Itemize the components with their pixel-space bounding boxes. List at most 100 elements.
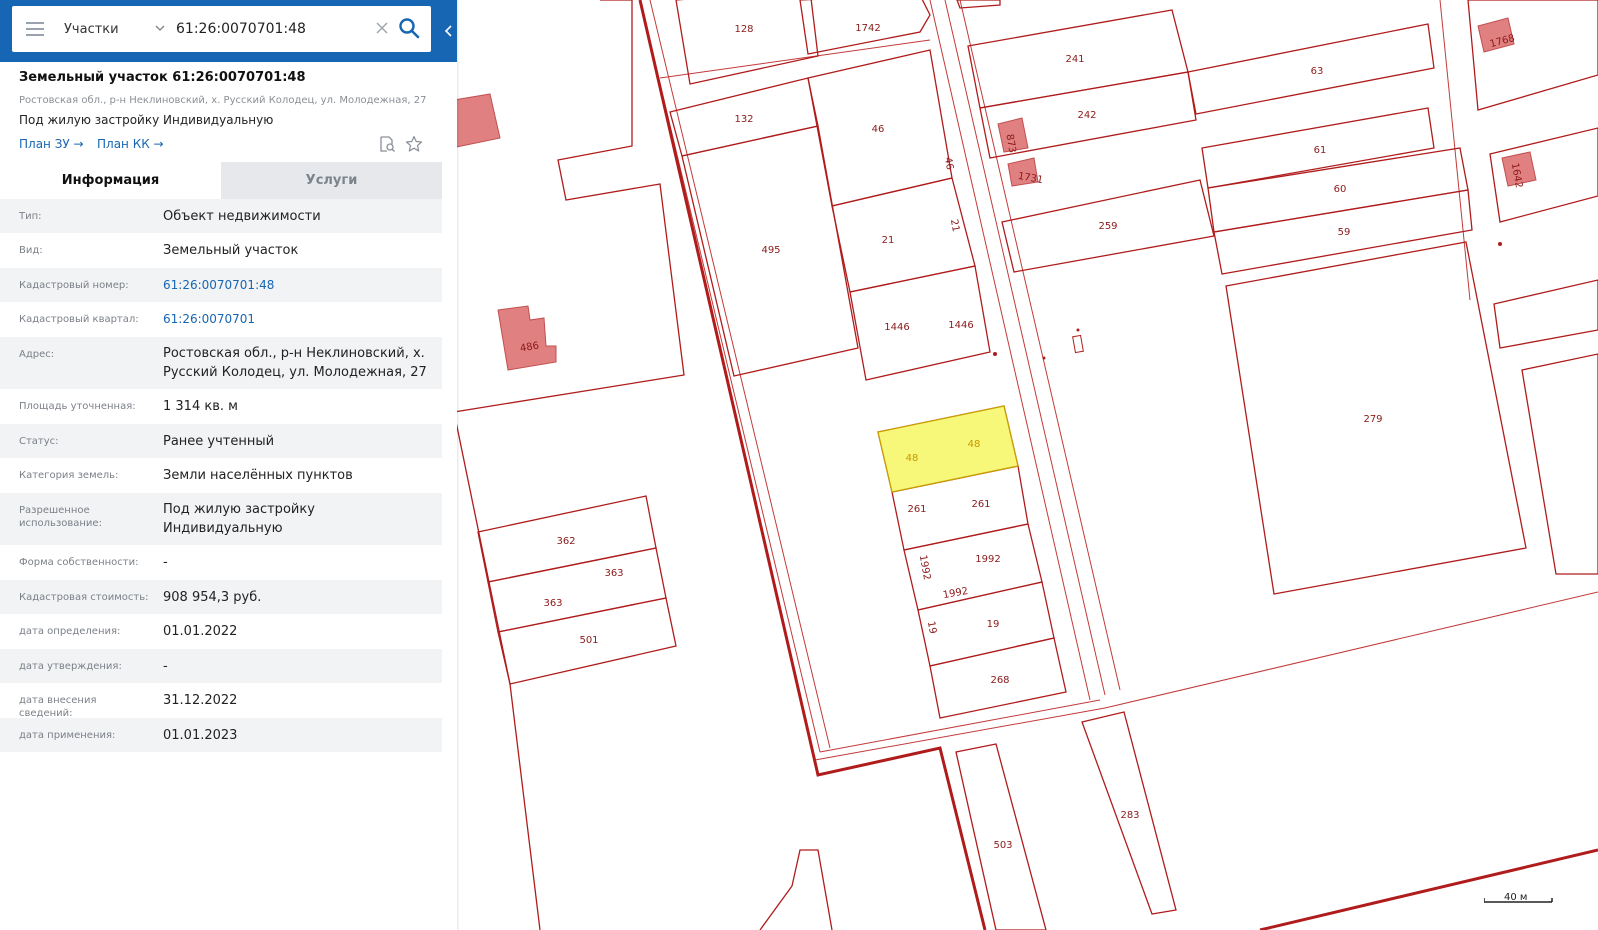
parcel-label: 1992	[917, 554, 932, 581]
property-label: Кадастровый квартал:	[19, 314, 139, 325]
property-label: Форма собственности:	[19, 557, 139, 568]
parcel-label: 1742	[855, 23, 880, 34]
chevron-down-icon	[155, 25, 165, 31]
property-label: дата определения:	[19, 626, 121, 637]
property-label: Адрес:	[19, 349, 55, 360]
property-value: 908 954,3 руб.	[163, 590, 262, 605]
parcel-label: 1992	[975, 554, 1000, 565]
property-row: Категория земель: Земли населённых пункт…	[0, 458, 442, 493]
cadastral-number-link[interactable]: 61:26:0070701:48	[163, 276, 433, 295]
collapse-panel-button[interactable]	[441, 0, 457, 62]
property-value: 01.01.2023	[163, 728, 238, 743]
property-label: Вид:	[19, 245, 43, 256]
parcel-label: 363	[604, 568, 623, 579]
parcel-label: 261	[907, 504, 926, 515]
parcel-label: 279	[1363, 414, 1382, 425]
property-value: Объект недвижимости	[163, 209, 321, 224]
property-label: Разрешенное использование:	[19, 505, 102, 529]
object-usage: Под жилую застройку Индивидуальную	[19, 113, 274, 127]
property-value: Земли населённых пунктов	[163, 468, 353, 483]
tab-information[interactable]: Информация	[0, 162, 221, 199]
property-value: 31.12.2022	[163, 693, 238, 708]
property-label: Площадь уточненная:	[19, 401, 136, 412]
property-value: Ранее учтенный	[163, 434, 275, 449]
parcel-label: 60	[1334, 184, 1347, 195]
parcel-label: 19	[987, 619, 1000, 630]
property-row: Тип: Объект недвижимости	[0, 199, 442, 233]
property-row: Кадастровая стоимость: 908 954,3 руб.	[0, 580, 442, 614]
document-search-icon[interactable]	[378, 135, 396, 153]
parcel-label: 19	[925, 620, 938, 634]
property-label: дата применения:	[19, 730, 116, 741]
properties-list: Тип: Объект недвижимости Вид: Земельный …	[0, 199, 442, 752]
property-value: Под жилую застройку Индивидуальную	[163, 502, 315, 536]
property-row: Вид: Земельный участок	[0, 233, 442, 268]
plan-zu-link[interactable]: План ЗУ →	[19, 137, 84, 151]
cadastral-quarter-link[interactable]: 61:26:0070701	[163, 310, 433, 329]
property-row: Адрес: Ростовская обл., р-н Неклиновский…	[0, 337, 442, 389]
property-row: Кадастровый квартал: 61:26:0070701	[0, 302, 442, 337]
parcel-label: 132	[734, 114, 753, 125]
close-icon[interactable]	[374, 20, 390, 36]
property-row: Кадастровый номер: 61:26:0070701:48	[0, 268, 442, 302]
property-label: Тип:	[19, 211, 42, 222]
property-row: Форма собственности: -	[0, 545, 442, 580]
parcel-label: 128	[734, 24, 753, 35]
parcel-label: 63	[1311, 66, 1324, 77]
parcel-label: 61	[1314, 145, 1327, 156]
star-icon[interactable]	[405, 135, 423, 153]
layer-select-value: Участки	[64, 21, 119, 37]
parcel-label: 21	[882, 235, 895, 246]
property-value: 1 314 кв. м	[163, 399, 238, 414]
info-panel: Участки Земельный участок 61:26:0070701:…	[0, 0, 457, 930]
property-value: Земельный участок	[163, 243, 299, 258]
object-title: Земельный участок 61:26:0070701:48	[19, 70, 306, 85]
search-icon[interactable]	[398, 17, 420, 39]
parcel-label: 495	[761, 245, 780, 256]
parcel-label: 46	[942, 156, 955, 170]
property-row: Разрешенное использование: Под жилую зас…	[0, 493, 442, 545]
property-label: дата утверждения:	[19, 661, 122, 672]
parcel-label: 268	[990, 675, 1009, 686]
property-row: дата утверждения: -	[0, 649, 442, 683]
parcel-label: 362	[556, 536, 575, 547]
layer-select[interactable]: Участки	[64, 6, 165, 52]
property-value: -	[163, 659, 168, 674]
property-label: Кадастровая стоимость:	[19, 592, 149, 603]
parcel-label: 363	[543, 598, 562, 609]
property-row: Площадь уточненная: 1 314 кв. м	[0, 389, 442, 424]
map-scale: 40 м	[1483, 888, 1554, 908]
tab-services[interactable]: Услуги	[221, 162, 442, 199]
property-value: -	[163, 555, 168, 570]
parcel-label: 283	[1120, 810, 1139, 821]
parcel-label: 21	[948, 218, 961, 232]
property-label: Категория земель:	[19, 470, 119, 481]
parcel-label: 261	[971, 499, 990, 510]
parcel-label: 46	[872, 124, 885, 135]
property-label: дата внесения сведений:	[19, 695, 97, 719]
property-value: 01.01.2022	[163, 624, 238, 639]
search-box: Участки	[12, 6, 431, 52]
plan-kk-link[interactable]: План КК →	[97, 137, 164, 151]
property-row: Статус: Ранее учтенный	[0, 424, 442, 458]
parcel-label: 1446	[884, 322, 909, 333]
property-row: дата определения: 01.01.2022	[0, 614, 442, 649]
object-address: Ростовская обл., р-н Неклиновский, х. Ру…	[19, 95, 427, 106]
parcel-label: 503	[993, 840, 1012, 851]
hamburger-menu-icon[interactable]	[26, 22, 44, 36]
parcel-label: 241	[1065, 54, 1084, 65]
selected-parcel-label: 48	[968, 439, 981, 450]
property-label: Кадастровый номер:	[19, 280, 129, 291]
parcel-label: 1446	[948, 320, 973, 331]
object-header: Земельный участок 61:26:0070701:48 Росто…	[0, 62, 442, 162]
parcel-label: 59	[1338, 227, 1351, 238]
chevron-left-icon	[444, 25, 452, 37]
parcel-label: 259	[1098, 221, 1117, 232]
search-input[interactable]	[172, 14, 380, 44]
property-row: дата внесения сведений: 31.12.2022	[0, 683, 442, 719]
info-tabs: Информация Услуги	[0, 162, 442, 199]
parcel-label: 242	[1077, 110, 1096, 121]
search-bar: Участки	[0, 0, 457, 62]
selected-parcel-label: 48	[906, 453, 919, 464]
property-label: Статус:	[19, 436, 59, 447]
